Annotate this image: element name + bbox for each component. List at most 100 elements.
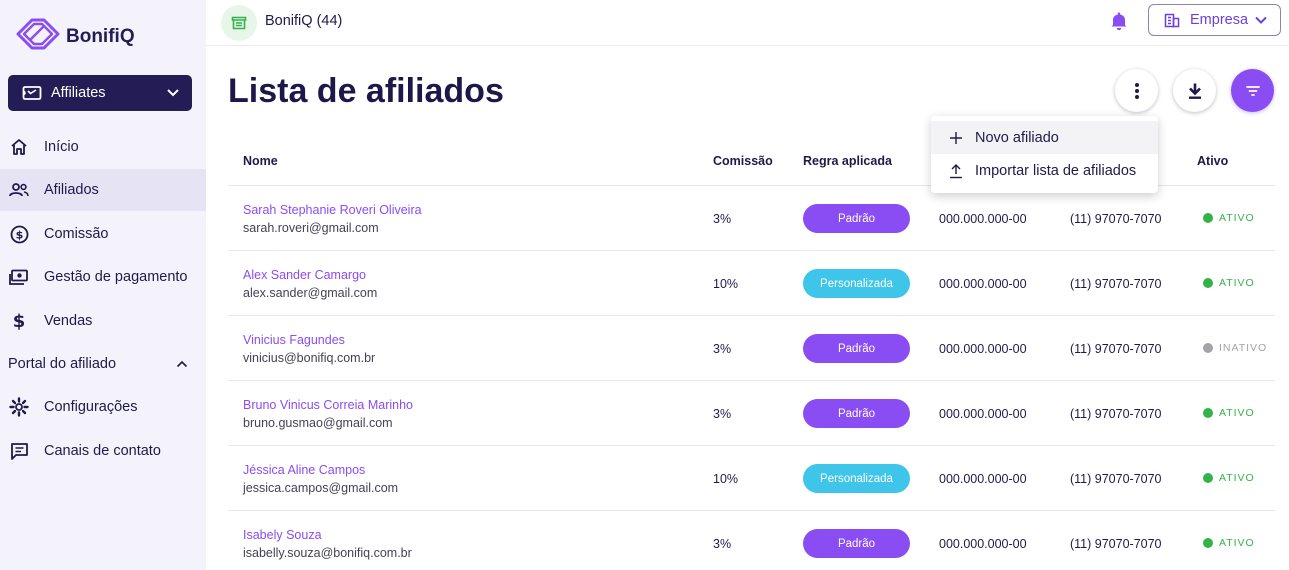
affiliate-name[interactable]: Sarah Stephanie Roveri Oliveira — [243, 203, 422, 217]
store-name[interactable]: BonifiQ (44) — [265, 13, 342, 29]
more-options-menu: Novo afiliado Importar lista de afiliado… — [931, 116, 1158, 193]
status-text: ATIVO — [1219, 472, 1255, 484]
sidebar-item-label: Configurações — [44, 399, 138, 415]
affiliate-email: sarah.roveri@gmail.com — [243, 221, 379, 235]
chat-icon — [9, 441, 29, 461]
affiliate-phone: (11) 97070-7070 — [1070, 212, 1162, 226]
affiliate-name[interactable]: Bruno Vinicus Correia Marinho — [243, 398, 413, 412]
status-text: INATIVO — [1219, 342, 1268, 354]
download-icon — [1188, 83, 1201, 99]
section-label: Portal do afiliado — [8, 356, 117, 372]
more-vertical-icon — [1134, 82, 1139, 99]
logo[interactable]: BonifiQ — [14, 14, 135, 54]
status-dot — [1203, 213, 1213, 223]
page-title: Lista de afiliados — [228, 72, 504, 110]
payments-icon — [9, 267, 29, 287]
header-regra[interactable]: Regra aplicada — [803, 154, 892, 168]
rule-badge: Padrão — [803, 204, 910, 233]
affiliate-commission: 10% — [713, 277, 739, 291]
chevron-down-icon — [1255, 16, 1267, 24]
affiliate-phone: (11) 97070-7070 — [1070, 537, 1162, 551]
building-icon — [1164, 13, 1180, 27]
chevron-down-icon — [167, 89, 179, 97]
table-row[interactable]: Vinicius Fagundes vinicius@bonifiq.com.b… — [228, 316, 1275, 381]
sidebar-item-comissao[interactable]: $ Comissão — [0, 213, 206, 255]
settings-icon — [9, 397, 29, 417]
header-nome[interactable]: Nome — [243, 154, 278, 168]
sidebar-item-vendas[interactable]: $ Vendas — [0, 300, 206, 342]
status-text: ATIVO — [1219, 407, 1255, 419]
plus-icon — [950, 131, 962, 144]
affiliate-document: 000.000.000-00 — [939, 407, 1027, 421]
affiliate-commission: 10% — [713, 472, 739, 486]
status-badge: ATIVO — [1203, 472, 1255, 484]
header-ativo[interactable]: Ativo — [1197, 154, 1228, 168]
table-row[interactable]: Alex Sander Camargo alex.sander@gmail.co… — [228, 251, 1275, 316]
filter-icon — [1245, 85, 1260, 96]
sidebar-item-afiliados[interactable]: Afiliados — [0, 169, 206, 211]
portal-section-toggle[interactable]: Portal do afiliado — [8, 353, 188, 375]
status-badge: ATIVO — [1203, 407, 1255, 419]
table-row[interactable]: Jéssica Aline Campos jessica.campos@gmai… — [228, 446, 1275, 511]
menu-item-novo-afiliado[interactable]: Novo afiliado — [931, 121, 1158, 154]
filter-button[interactable] — [1231, 69, 1274, 112]
sidebar: BonifiQ Affiliates Início Afiliados $ Co… — [0, 0, 206, 570]
affiliate-email: jessica.campos@gmail.com — [243, 481, 399, 495]
rule-badge: Padrão — [803, 529, 910, 558]
dollar-icon: $ — [9, 311, 29, 331]
svg-text:$: $ — [15, 228, 23, 241]
program-select-label: Affiliates — [51, 85, 106, 101]
status-dot — [1203, 278, 1213, 288]
sidebar-item-label: Gestão de pagamento — [44, 269, 188, 285]
affiliate-email: vinicius@bonifiq.com.br — [243, 351, 376, 365]
status-text: ATIVO — [1219, 277, 1255, 289]
sidebar-item-label: Afiliados — [44, 182, 99, 198]
people-icon — [9, 180, 29, 200]
affiliate-document: 000.000.000-00 — [939, 537, 1027, 551]
table-row[interactable]: Bruno Vinicus Correia Marinho bruno.gusm… — [228, 381, 1275, 446]
table-row[interactable]: Isabely Souza isabelly.souza@bonifiq.com… — [228, 511, 1275, 570]
bell-icon[interactable] — [1108, 10, 1130, 32]
affiliate-document: 000.000.000-00 — [939, 342, 1027, 356]
sidebar-item-inicio[interactable]: Início — [0, 126, 206, 168]
affiliate-email: bruno.gusmao@gmail.com — [243, 416, 393, 430]
status-dot — [1203, 473, 1213, 483]
status-dot — [1203, 408, 1213, 418]
affiliate-name[interactable]: Vinicius Fagundes — [243, 333, 345, 347]
status-badge: INATIVO — [1203, 342, 1267, 354]
affiliate-document: 000.000.000-00 — [939, 472, 1027, 486]
status-badge: ATIVO — [1203, 537, 1255, 549]
more-options-button[interactable] — [1115, 69, 1158, 112]
affiliate-email: alex.sander@gmail.com — [243, 286, 378, 300]
affiliate-commission: 3% — [713, 407, 732, 421]
sidebar-item-gestao-de-pagamento[interactable]: Gestão de pagamento — [0, 256, 206, 298]
affiliate-name[interactable]: Alex Sander Camargo — [243, 268, 366, 282]
rule-badge: Personalizada — [803, 269, 910, 298]
sidebar-item-configuracoes[interactable]: Configurações — [0, 386, 206, 428]
ticket-icon — [22, 86, 42, 100]
affiliates-table: Nome Comissão Regra aplicada Ativo Sarah… — [228, 140, 1275, 570]
sidebar-item-label: Início — [44, 139, 79, 155]
rule-badge: Padrão — [803, 399, 910, 428]
affiliate-phone: (11) 97070-7070 — [1070, 472, 1162, 486]
affiliate-phone: (11) 97070-7070 — [1070, 342, 1162, 356]
menu-item-label: Importar lista de afiliados — [975, 162, 1137, 179]
download-button[interactable] — [1173, 69, 1216, 112]
rule-badge: Padrão — [803, 334, 910, 363]
affiliate-email: isabelly.souza@bonifiq.com.br — [243, 546, 412, 560]
affiliate-document: 000.000.000-00 — [939, 277, 1027, 291]
table-row[interactable]: Sarah Stephanie Roveri Oliveira sarah.ro… — [228, 186, 1275, 251]
company-button[interactable]: Empresa — [1148, 4, 1281, 36]
affiliate-document: 000.000.000-00 — [939, 212, 1027, 226]
affiliate-name[interactable]: Isabely Souza — [243, 528, 322, 542]
status-dot — [1203, 343, 1213, 353]
affiliate-name[interactable]: Jéssica Aline Campos — [243, 463, 365, 477]
sidebar-item-canais-de-contato[interactable]: Canais de contato — [0, 430, 206, 472]
menu-item-importar-lista[interactable]: Importar lista de afiliados — [931, 154, 1158, 187]
status-text: ATIVO — [1219, 537, 1255, 549]
menu-item-label: Novo afiliado — [975, 129, 1059, 146]
rule-badge: Personalizada — [803, 464, 910, 493]
svg-text:$: $ — [13, 311, 26, 331]
header-comissao[interactable]: Comissão — [713, 154, 773, 168]
program-select[interactable]: Affiliates — [8, 75, 192, 111]
